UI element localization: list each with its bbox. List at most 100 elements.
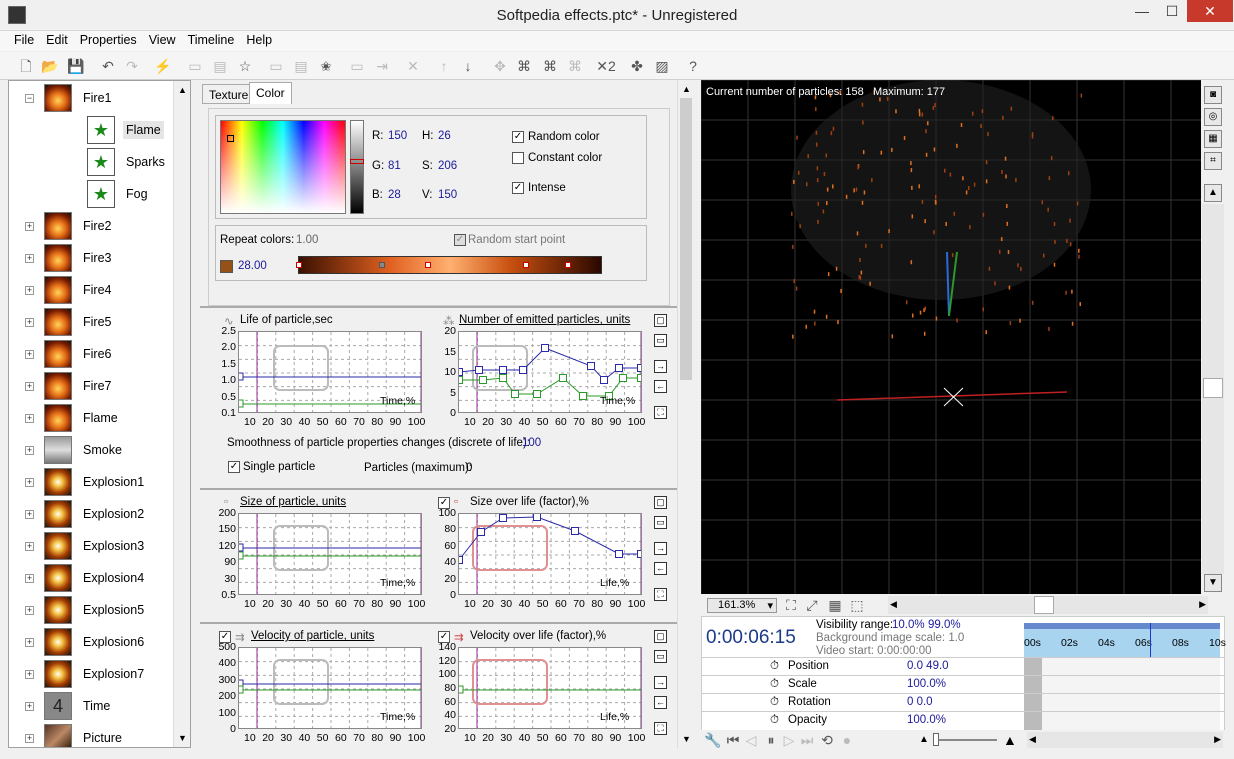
maple-leaf-icon[interactable]: ✤ (627, 56, 647, 76)
node-link-icon[interactable]: ⌘ (540, 56, 560, 76)
menu-timeline[interactable]: Timeline (182, 31, 241, 49)
maximize-graph-icon[interactable]: ▢ (654, 314, 667, 327)
record-icon[interactable]: ● (837, 730, 857, 750)
speed-slider-handle[interactable] (933, 733, 939, 746)
viewport-vscroll[interactable] (1202, 204, 1224, 574)
restore-graph-icon[interactable]: ▭ (654, 334, 667, 347)
timeline-row-value[interactable]: 100.0% (907, 714, 946, 726)
node-unlink-icon[interactable]: ⌘ (565, 56, 585, 76)
menu-properties[interactable]: Properties (74, 31, 143, 49)
emitted-graph-title[interactable]: Number of emitted particles, units (459, 314, 630, 326)
scroll-down-icon[interactable]: ▼ (1204, 574, 1222, 592)
transform-icon[interactable]: ✥ (490, 56, 510, 76)
open-folder-icon[interactable]: 📂 (40, 56, 60, 76)
tree-item[interactable]: + Explosion5 (25, 595, 147, 625)
gradient-stop[interactable] (425, 262, 431, 268)
timeline-hscroll[interactable]: ◀ ▶ (1027, 732, 1223, 748)
duplicate-x2-icon[interactable]: ✕2 (596, 56, 616, 76)
tree-item[interactable]: + Fire5 (25, 307, 114, 337)
expand-icon[interactable]: + (25, 317, 34, 327)
gradient-stop[interactable] (523, 262, 529, 268)
tree-item[interactable]: + Picture (25, 723, 125, 747)
step-back-icon[interactable]: ◁ (741, 730, 761, 750)
smoothness-value[interactable]: 100 (522, 437, 541, 449)
fit-graph-icon[interactable]: ⛶ (654, 722, 667, 735)
intense-checkbox[interactable]: ✓ (512, 182, 524, 194)
visibility-from[interactable]: 10.0% (892, 619, 925, 631)
timeline-ruler[interactable]: 00s 02s 04s 06s 08s 10s (1024, 623, 1226, 735)
color-swatch[interactable] (220, 260, 233, 273)
wrench-icon[interactable]: 🔧 (703, 730, 723, 750)
arrow-left-icon[interactable]: ← (654, 380, 667, 393)
arrow-left-icon[interactable]: ← (654, 562, 667, 575)
tree-item[interactable]: + Fire4 (25, 275, 114, 305)
properties-scrollbar[interactable]: ▲ ▼ (677, 80, 694, 748)
timeline-row[interactable]: ⏱ Rotation 0 0.0 (702, 693, 1224, 712)
collapse-icon[interactable]: − (25, 93, 34, 103)
g-value[interactable]: 81 (388, 160, 401, 172)
expand-icon[interactable]: + (25, 669, 34, 679)
scroll-up-icon[interactable]: ▲ (1204, 184, 1222, 202)
r-value[interactable]: 150 (388, 130, 407, 142)
value-slider-handle[interactable] (350, 159, 364, 164)
maximize-graph-icon[interactable]: ▢ (654, 496, 667, 509)
gradient-bar[interactable] (296, 256, 602, 274)
restore-graph-icon[interactable]: ▭ (654, 650, 667, 663)
tree-item[interactable]: + Explosion7 (25, 659, 147, 689)
add-star-icon[interactable]: ✬ (316, 56, 336, 76)
zoom-select[interactable]: 161.3% ▾ (707, 598, 777, 613)
tree-item[interactable]: + Fire6 (25, 339, 114, 369)
target-icon[interactable]: ◎ (1204, 108, 1222, 126)
loop-icon[interactable]: ⟲ (817, 730, 837, 750)
tree-item[interactable]: + Fire3 (25, 243, 114, 273)
zoom-tool-icon[interactable]: ⤢ (802, 595, 822, 615)
fit-graph-icon[interactable]: ⛶ (654, 588, 667, 601)
tree-item[interactable]: + Explosion3 (25, 531, 147, 561)
visibility-to[interactable]: 99.0% (928, 619, 961, 631)
pause-icon[interactable]: ⏸ (761, 730, 781, 750)
stopwatch-icon[interactable]: ⏱ (770, 696, 779, 709)
copy-icon[interactable]: ▭ (347, 56, 367, 76)
timeline-row-value[interactable]: 0.0 49.0 (907, 660, 949, 672)
gradient-stop[interactable] (379, 262, 385, 268)
ruler-icon[interactable]: ⌗ (1204, 152, 1222, 170)
tree-item[interactable]: + Explosion6 (25, 627, 147, 657)
tree-item[interactable]: ★ Sparks (87, 147, 168, 177)
expand-icon[interactable]: + (25, 413, 34, 423)
expand-icon[interactable]: + (25, 541, 34, 551)
timeline-track[interactable] (1024, 694, 1220, 712)
wand-icon[interactable]: ⚡ (153, 56, 173, 76)
move-down-icon[interactable]: ↓ (458, 56, 478, 76)
restore-graph-icon[interactable]: ▭ (654, 516, 667, 529)
tree-item[interactable]: + Fire7 (25, 371, 114, 401)
expand-icon[interactable]: + (25, 509, 34, 519)
gradient-stop[interactable] (296, 262, 302, 268)
expand-icon[interactable]: + (25, 637, 34, 647)
properties-scroll-thumb[interactable] (680, 98, 692, 380)
timeline-row[interactable]: ⏱ Scale 100.0% (702, 675, 1224, 694)
scroll-right-icon[interactable]: ▶ (1199, 599, 1206, 610)
timeline-scroll-left-icon[interactable]: ◀ (1029, 734, 1036, 745)
menu-help[interactable]: Help (240, 31, 278, 49)
timeline-row[interactable]: ⏱ Position 0.0 49.0 (702, 657, 1224, 676)
stopwatch-icon[interactable]: ⏱ (770, 660, 779, 673)
tree-item[interactable]: + Explosion2 (25, 499, 147, 529)
menu-view[interactable]: View (143, 31, 182, 49)
arrow-right-icon[interactable]: → (654, 360, 667, 373)
expand-icon[interactable]: + (25, 445, 34, 455)
preview-viewport[interactable]: Current number of particles: 158 Maximum… (701, 80, 1201, 594)
fit-view-icon[interactable]: ⛶ (781, 595, 801, 615)
select-icon[interactable]: ⬚ (847, 595, 867, 615)
redo-icon[interactable]: ↷ (122, 56, 142, 76)
new-folder-icon[interactable]: ▭ (185, 56, 205, 76)
picture-icon[interactable]: ▨ (652, 56, 672, 76)
viewport-hscroll[interactable]: ◀ ▶ (888, 596, 1208, 614)
node-icon[interactable]: ⌘ (514, 56, 534, 76)
tree-item[interactable]: +4 Time (25, 691, 113, 721)
stopwatch-icon[interactable]: ⏱ (770, 678, 779, 691)
stopwatch-icon[interactable]: ⏱ (770, 714, 779, 727)
viewport-vscroll-thumb[interactable] (1203, 378, 1223, 398)
film-icon[interactable]: ▤ (210, 56, 230, 76)
tree-item[interactable]: + Smoke (25, 435, 125, 465)
expand-icon[interactable]: + (25, 221, 34, 231)
